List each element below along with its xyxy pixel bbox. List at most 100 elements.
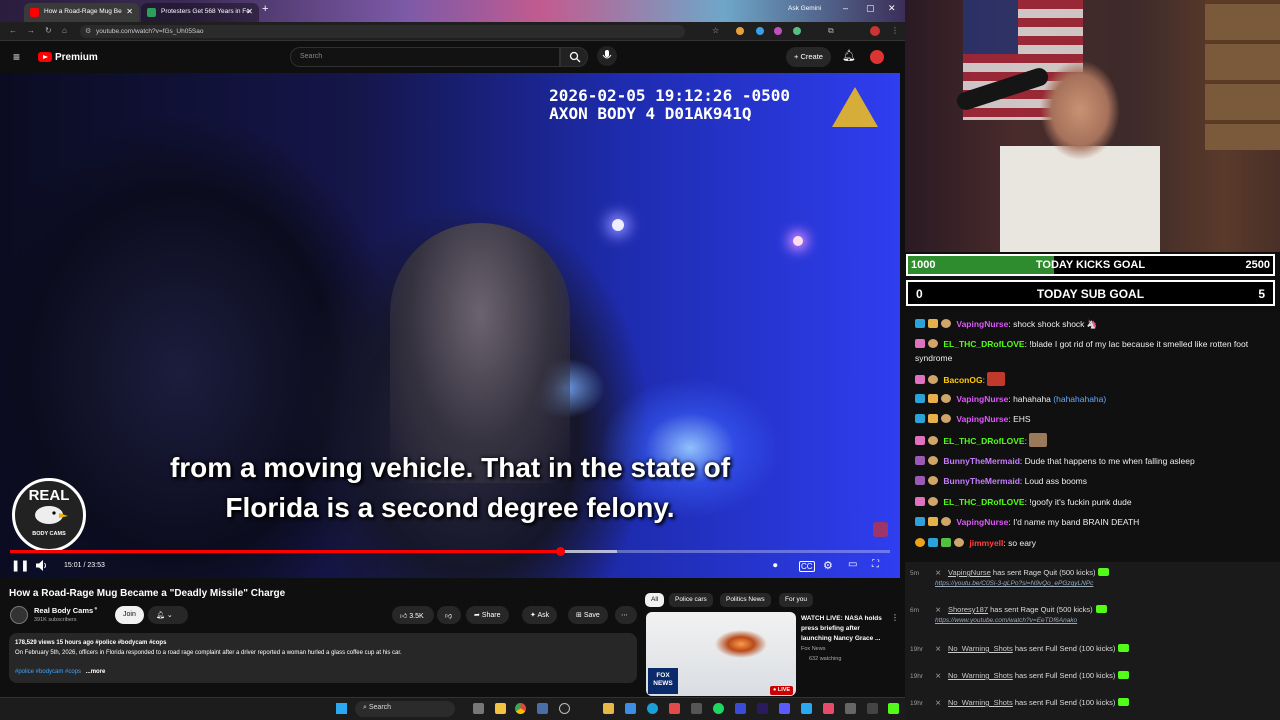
chat-username[interactable]: VapingNurse [956,517,1008,527]
extension-icon[interactable] [774,27,782,35]
description-box[interactable]: 178,529 views 15 hours ago #police #body… [9,633,637,683]
more-vertical-icon[interactable]: ⋮ [891,613,899,622]
video-player[interactable]: 2026-02-05 19:12:26 -0500 AXON BODY 4 D0… [0,73,900,578]
minimize-icon[interactable]: – [843,3,848,13]
app-icon[interactable] [691,703,702,714]
file-explorer-icon[interactable] [495,703,506,714]
chat-username[interactable]: BunnyTheMermaid [943,476,1020,486]
event-username[interactable]: No_Warning_Shots [948,644,1013,653]
chip-police-cars[interactable]: Police cars [669,593,713,607]
chat-username[interactable]: BunnyTheMermaid [943,456,1020,466]
chat-username[interactable]: VapingNurse [956,394,1008,404]
recommended-video-thumbnail[interactable]: FOX NEWS ● LIVE [646,612,796,696]
forward-icon[interactable]: → [27,26,35,35]
chat-username[interactable]: EL_THC_DRofLOVE [943,436,1024,446]
recommended-channel[interactable]: Fox News [801,646,825,652]
maximize-icon[interactable]: ▢ [866,3,875,14]
event-link[interactable]: https://www.youtube.com/watch?v=EeTDf6An… [935,617,1077,624]
extensions-puzzle-icon[interactable]: ⧉ [828,26,834,36]
chip-all[interactable]: All [645,593,665,607]
app-icon[interactable] [669,703,680,714]
channel-watermark-icon[interactable] [873,522,888,537]
extension-icon[interactable] [793,27,801,35]
hamburger-menu-icon[interactable]: ≡ [13,50,20,64]
event-username[interactable]: VapingNurse [948,568,991,577]
theater-mode-icon[interactable]: ▭ [848,559,857,570]
obs-icon[interactable] [559,703,570,714]
chat-username[interactable]: EL_THC_DRofLOVE [943,339,1024,349]
chat-username[interactable]: jimmyell [969,538,1003,548]
more-actions-button[interactable]: ⋯ [615,606,637,624]
app-icon[interactable] [845,703,856,714]
fullscreen-icon[interactable]: ⛶ [872,559,879,570]
event-username[interactable]: No_Warning_Shots [948,698,1013,707]
event-link[interactable]: https://youtu.be/C0Si-3-gLPo?si=N9vQo_eP… [935,580,1093,587]
channel-avatar[interactable] [10,606,28,624]
folder-icon[interactable] [603,703,614,714]
url-field[interactable]: ⚙ youtube.com/watch?v=fGs_Uh05Sao [80,25,685,38]
site-info-icon[interactable]: ⚙ [85,27,91,35]
spotify-icon[interactable] [713,703,724,714]
reload-icon[interactable]: ↻ [45,26,52,35]
notification-bell-button[interactable]: 🔔︎ ⌄ [148,606,188,624]
event-username[interactable]: No_Warning_Shots [948,671,1013,680]
close-window-icon[interactable]: ✕ [888,3,896,14]
chrome-icon[interactable] [515,703,526,714]
live-chat[interactable]: VapingNurse: shock shock shock 🦄 EL_THC_… [905,312,1280,562]
recommended-video-title[interactable]: WATCH LIVE: NASA holds press briefing af… [801,614,891,644]
ask-button[interactable]: ✦ Ask [522,606,558,624]
description-more-link[interactable]: ...more [86,669,106,675]
youtube-logo-icon[interactable] [38,52,52,62]
app-icon[interactable] [537,703,548,714]
create-button[interactable]: + Create [786,47,831,67]
tab-inactive[interactable]: Protesters Get 568 Years in Fe ✕ [141,3,259,22]
settings-gear-icon[interactable]: ⚙ [823,559,833,572]
tab-active[interactable]: How a Road-Rage Mug Be ✕ [24,3,139,22]
bookmark-star-icon[interactable]: ☆ [712,26,719,35]
event-username[interactable]: Shoresy187 [948,605,988,614]
new-tab-icon[interactable]: + [262,3,268,15]
taskbar-search[interactable]: ⌕ Search [355,701,455,717]
extension-icon[interactable] [756,27,764,35]
edge-icon[interactable] [647,703,658,714]
app-icon[interactable] [867,703,878,714]
account-avatar[interactable] [870,50,884,64]
chat-username[interactable]: VapingNurse [956,414,1008,424]
chip-politics-news[interactable]: Politics News [720,593,771,607]
home-icon[interactable]: ⌂ [62,26,67,35]
browser-menu-icon[interactable]: ⋮ [891,26,899,35]
voice-search-button[interactable] [597,46,617,66]
chat-username[interactable]: VapingNurse [956,319,1008,329]
autoplay-toggle[interactable]: ⏺ [773,560,778,571]
description-tags[interactable]: #police #bodycam #cops [15,669,81,675]
notifications-bell-icon[interactable]: 🔔︎ [842,49,856,62]
chat-username[interactable]: EL_THC_DRofLOVE [943,497,1024,507]
dislike-button[interactable]: 👎︎ [437,606,461,624]
windows-start-icon[interactable] [336,703,347,714]
save-button[interactable]: ⊞ Save [568,606,608,624]
app-icon[interactable] [735,703,746,714]
app-icon[interactable] [823,703,834,714]
share-button[interactable]: ➦ Share [466,606,509,624]
profile-avatar[interactable] [870,26,880,36]
app-icon[interactable] [779,703,790,714]
close-tab-icon[interactable]: ✕ [246,7,253,16]
kick-app-icon[interactable] [888,703,899,714]
pause-button[interactable]: ❚❚ [11,559,29,572]
volume-icon[interactable] [36,560,48,571]
app-icon[interactable] [801,703,812,714]
search-button[interactable] [560,47,588,67]
chip-for-you[interactable]: For you [779,593,814,607]
join-button[interactable]: Join [115,606,144,624]
captions-icon[interactable]: CC [799,561,815,572]
channel-name[interactable]: Real Body Cams [34,606,93,615]
ask-gemini-button[interactable]: Ask Gemini [788,5,821,12]
app-icon[interactable] [625,703,636,714]
video-progress-bar[interactable] [10,547,890,556]
close-tab-icon[interactable]: ✕ [126,7,133,16]
premiere-icon[interactable] [757,703,768,714]
chat-username[interactable]: BaconOG [943,375,982,385]
search-input[interactable]: Search [290,47,560,67]
scrubber-handle[interactable] [556,547,565,556]
task-view-icon[interactable] [473,703,484,714]
